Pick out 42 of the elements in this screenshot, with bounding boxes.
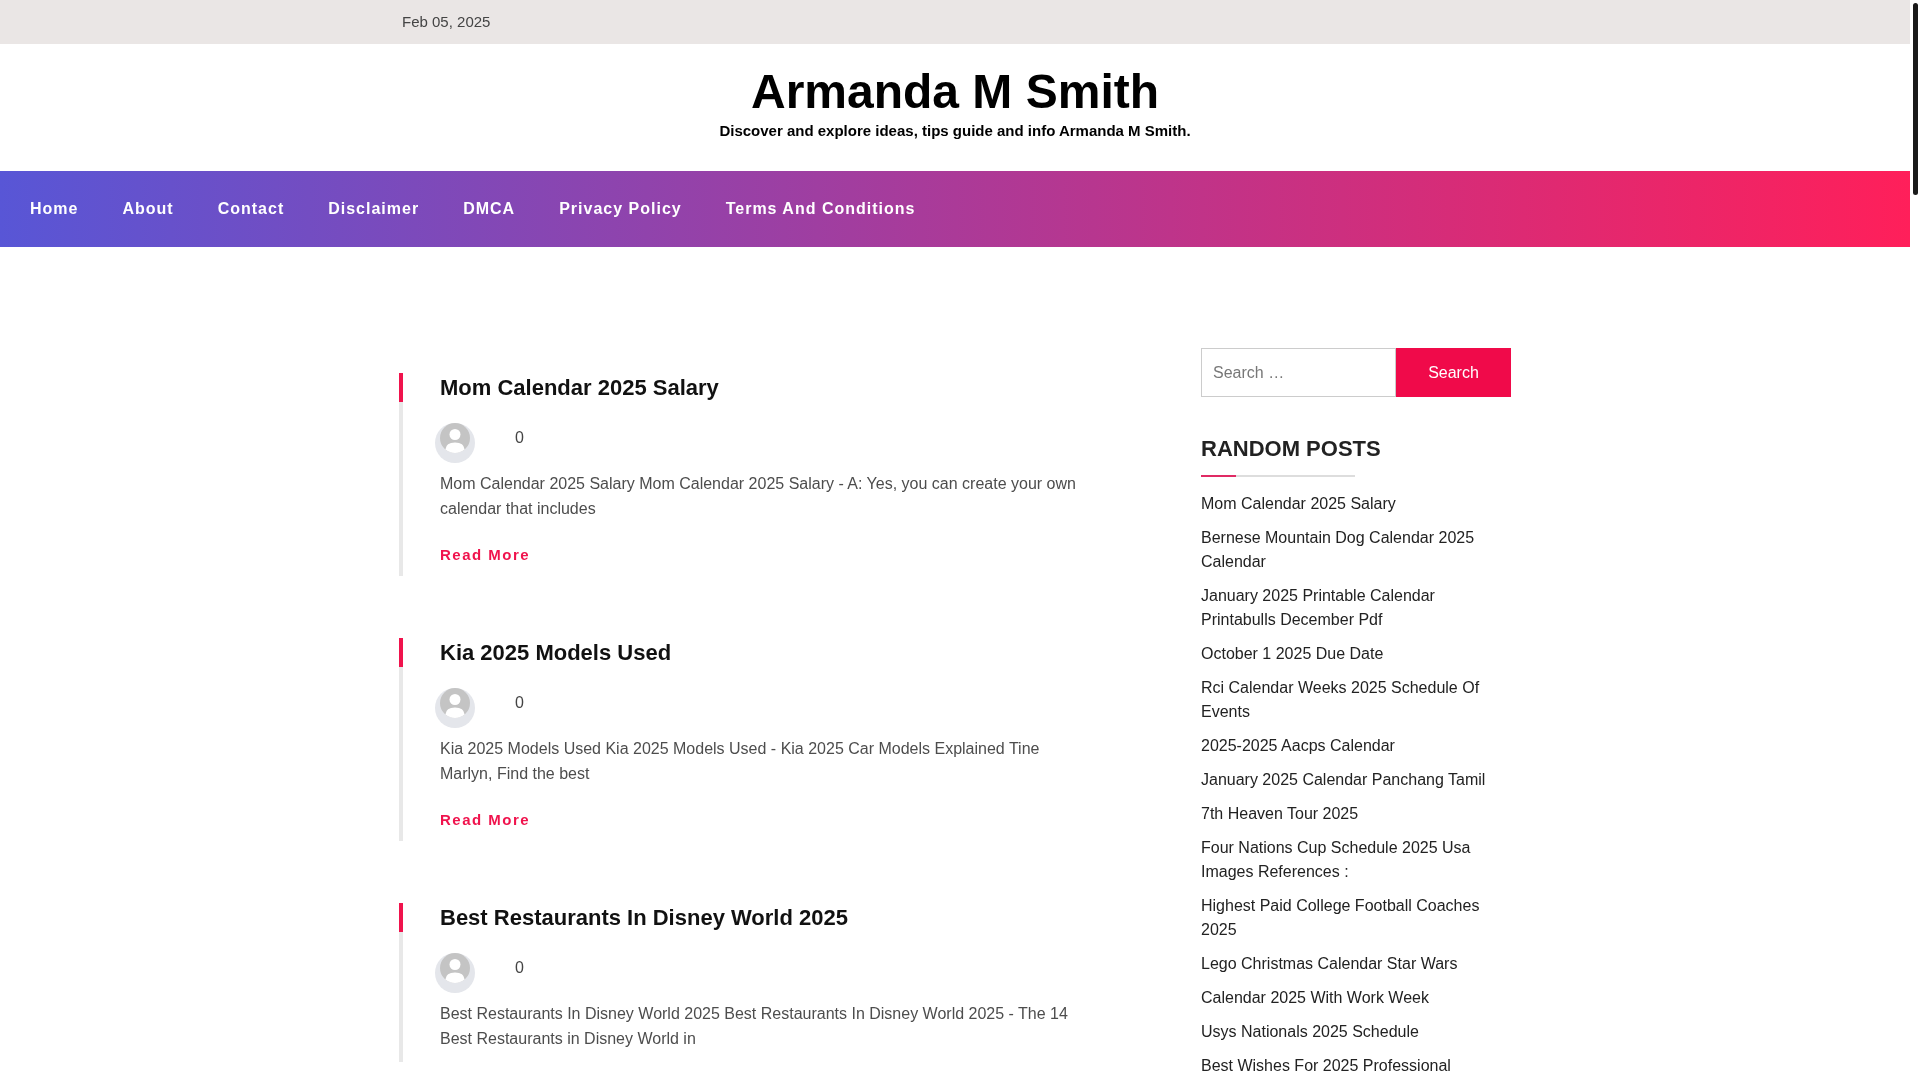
search-field[interactable]: Search … [1201,348,1396,397]
post-excerpt: Best Restaurants In Disney World 2025 Best Restaurants In Disney World 2025 - The 14 Best Restaurants in Disney World in [440,1004,1069,1049]
site-tagline: Discover and explore ideas, tips guide and info Armanda M Smith. [719,121,1191,141]
random-post-link[interactable]: Rci Calendar Weeks 2025 Schedule Of Events [1201,676,1511,724]
nav-link[interactable]: Home [30,198,79,220]
widget-heading: RANDOM POSTS [1201,436,1381,462]
nav-link[interactable]: Terms And Conditions [725,198,916,220]
random-post-link[interactable]: Four Nations Cup Schedule 2025 Usa Images References : [1201,836,1511,884]
post-excerpt: Kia 2025 Models Used Kia 2025 Models Used - Kia 2025 Car Models Explained Tine Marlyn, Find the best [440,739,1041,784]
nav-link[interactable]: Disclaimer [328,198,420,220]
site-title[interactable]: Armanda M Smith [750,63,1159,121]
scrollbar-thumb[interactable] [1913,3,1918,195]
random-post-link[interactable]: Best Wishes For 2025 Professional [1201,1054,1451,1078]
random-post-link[interactable]: January 2025 Printable Calendar Printabulls December Pdf [1201,584,1511,632]
avatar-icon [435,688,475,728]
post-title[interactable]: Kia 2025 Models Used [440,638,672,667]
nav-link[interactable]: Contact [217,198,285,220]
date-text: Feb 05, 2025 [401,13,491,30]
avatar-icon [435,423,475,463]
random-post-link[interactable]: Mom Calendar 2025 Salary [1201,492,1396,516]
random-post-link[interactable]: Calendar 2025 With Work Week [1201,986,1429,1010]
nav-link[interactable]: Privacy Policy [559,198,682,220]
random-post-link[interactable]: Lego Christmas Calendar Star Wars [1201,952,1458,976]
read-more-link[interactable]: Read More [440,810,531,830]
random-post-link[interactable]: Bernese Mountain Dog Calendar 2025 Calendar [1201,526,1511,574]
random-post-link[interactable]: 2025-2025 Aacps Calendar [1201,734,1395,758]
read-more-link[interactable]: Read More [440,545,531,565]
post-title[interactable]: Mom Calendar 2025 Salary [440,373,719,402]
random-post-link[interactable]: Highest Paid College Football Coaches 2025 [1201,894,1511,942]
random-post-link[interactable]: 7th Heaven Tour 2025 [1201,802,1359,826]
post-excerpt: Mom Calendar 2025 Salary Mom Calendar 2025 Salary - A: Yes, you can create your own calendar that includes [440,474,1077,519]
comment-count: 0 [515,693,524,713]
nav-link[interactable]: DMCA [463,198,516,220]
random-post-link[interactable]: October 1 2025 Due Date [1201,642,1384,666]
search-button[interactable]: Search [1396,348,1511,397]
comment-count: 0 [515,428,524,448]
comment-count: 0 [515,958,524,978]
random-post-link[interactable]: Usys Nationals 2025 Schedule [1201,1020,1419,1044]
avatar-icon [435,953,475,993]
post-title[interactable]: Best Restaurants In Disney World 2025 [440,903,848,932]
random-post-link[interactable]: January 2025 Calendar Panchang Tamil [1201,768,1486,792]
nav-link[interactable]: About [122,198,174,220]
